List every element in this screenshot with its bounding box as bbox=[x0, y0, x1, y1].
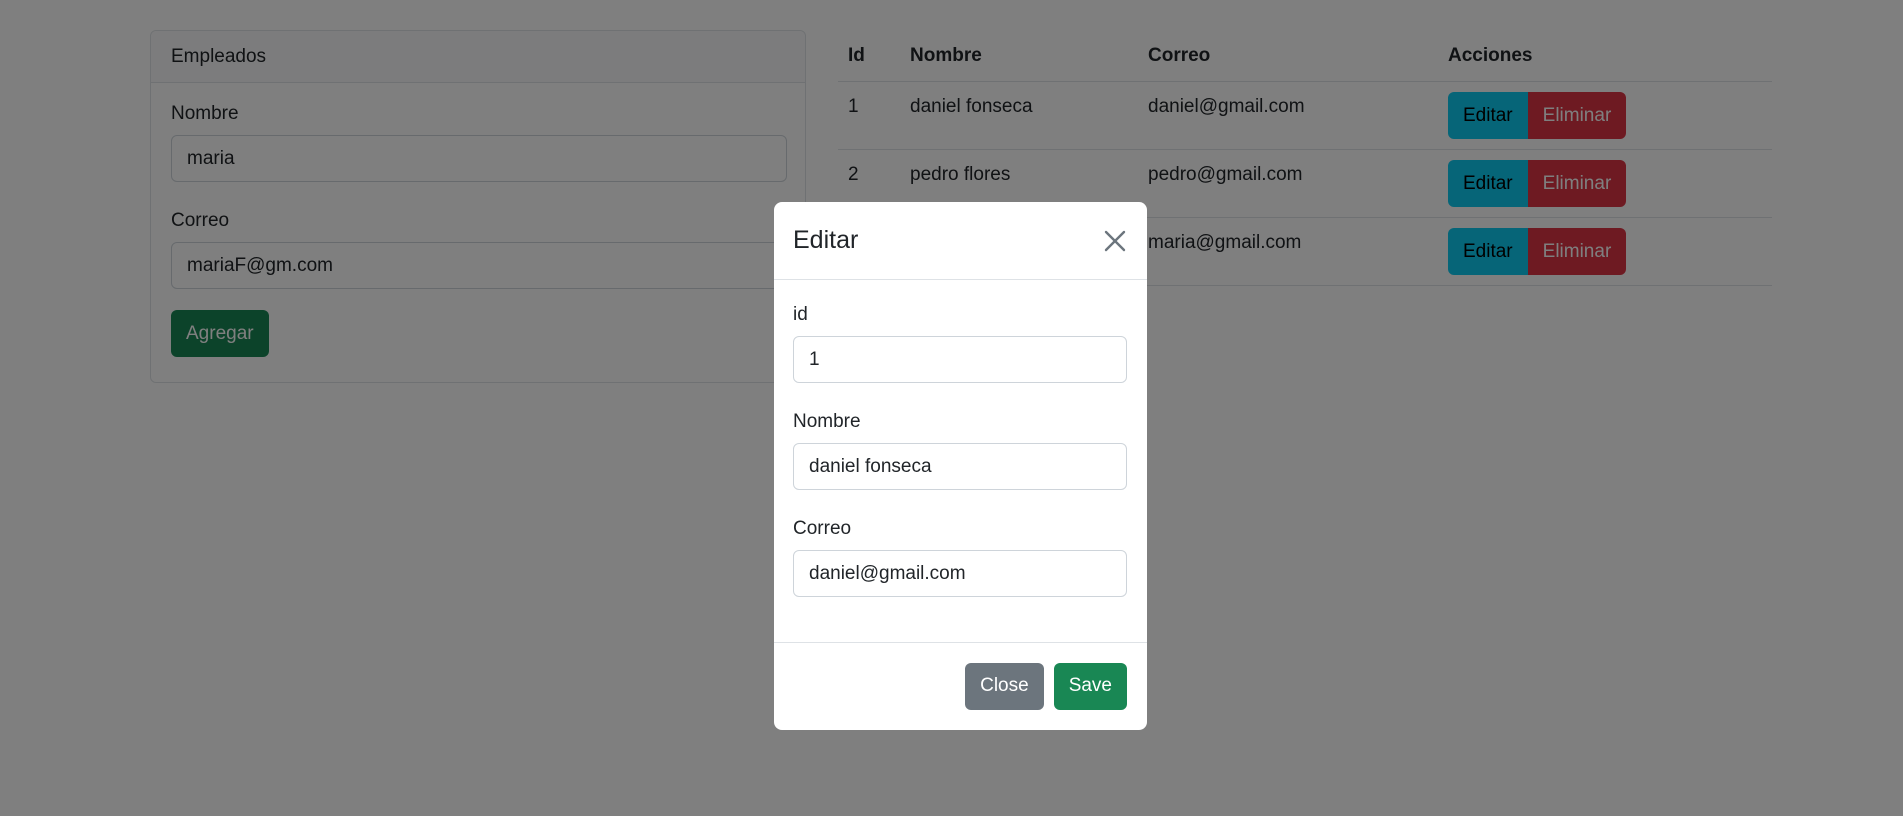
modal-nombre-label: Nombre bbox=[793, 411, 861, 432]
page: Empleados Nombre Correo Agregar Id Nombr… bbox=[0, 0, 1903, 816]
modal-footer: Close Save bbox=[774, 643, 1147, 729]
close-button[interactable]: Close bbox=[965, 662, 1044, 710]
modal-title: Editar bbox=[793, 226, 859, 254]
close-icon-glyph bbox=[1104, 230, 1126, 251]
edit-modal: Editar id Nombre Correo Close Save bbox=[774, 202, 1147, 730]
modal-body: id Nombre Correo bbox=[774, 280, 1147, 643]
close-icon[interactable] bbox=[1101, 227, 1129, 255]
modal-header: Editar bbox=[774, 202, 1147, 280]
modal-id-label: id bbox=[793, 304, 808, 325]
modal-correo-label: Correo bbox=[793, 518, 852, 539]
save-button[interactable]: Save bbox=[1053, 662, 1127, 710]
modal-id-input[interactable] bbox=[793, 336, 1127, 383]
modal-nombre-input[interactable] bbox=[793, 443, 1127, 490]
modal-correo-input[interactable] bbox=[793, 550, 1127, 597]
